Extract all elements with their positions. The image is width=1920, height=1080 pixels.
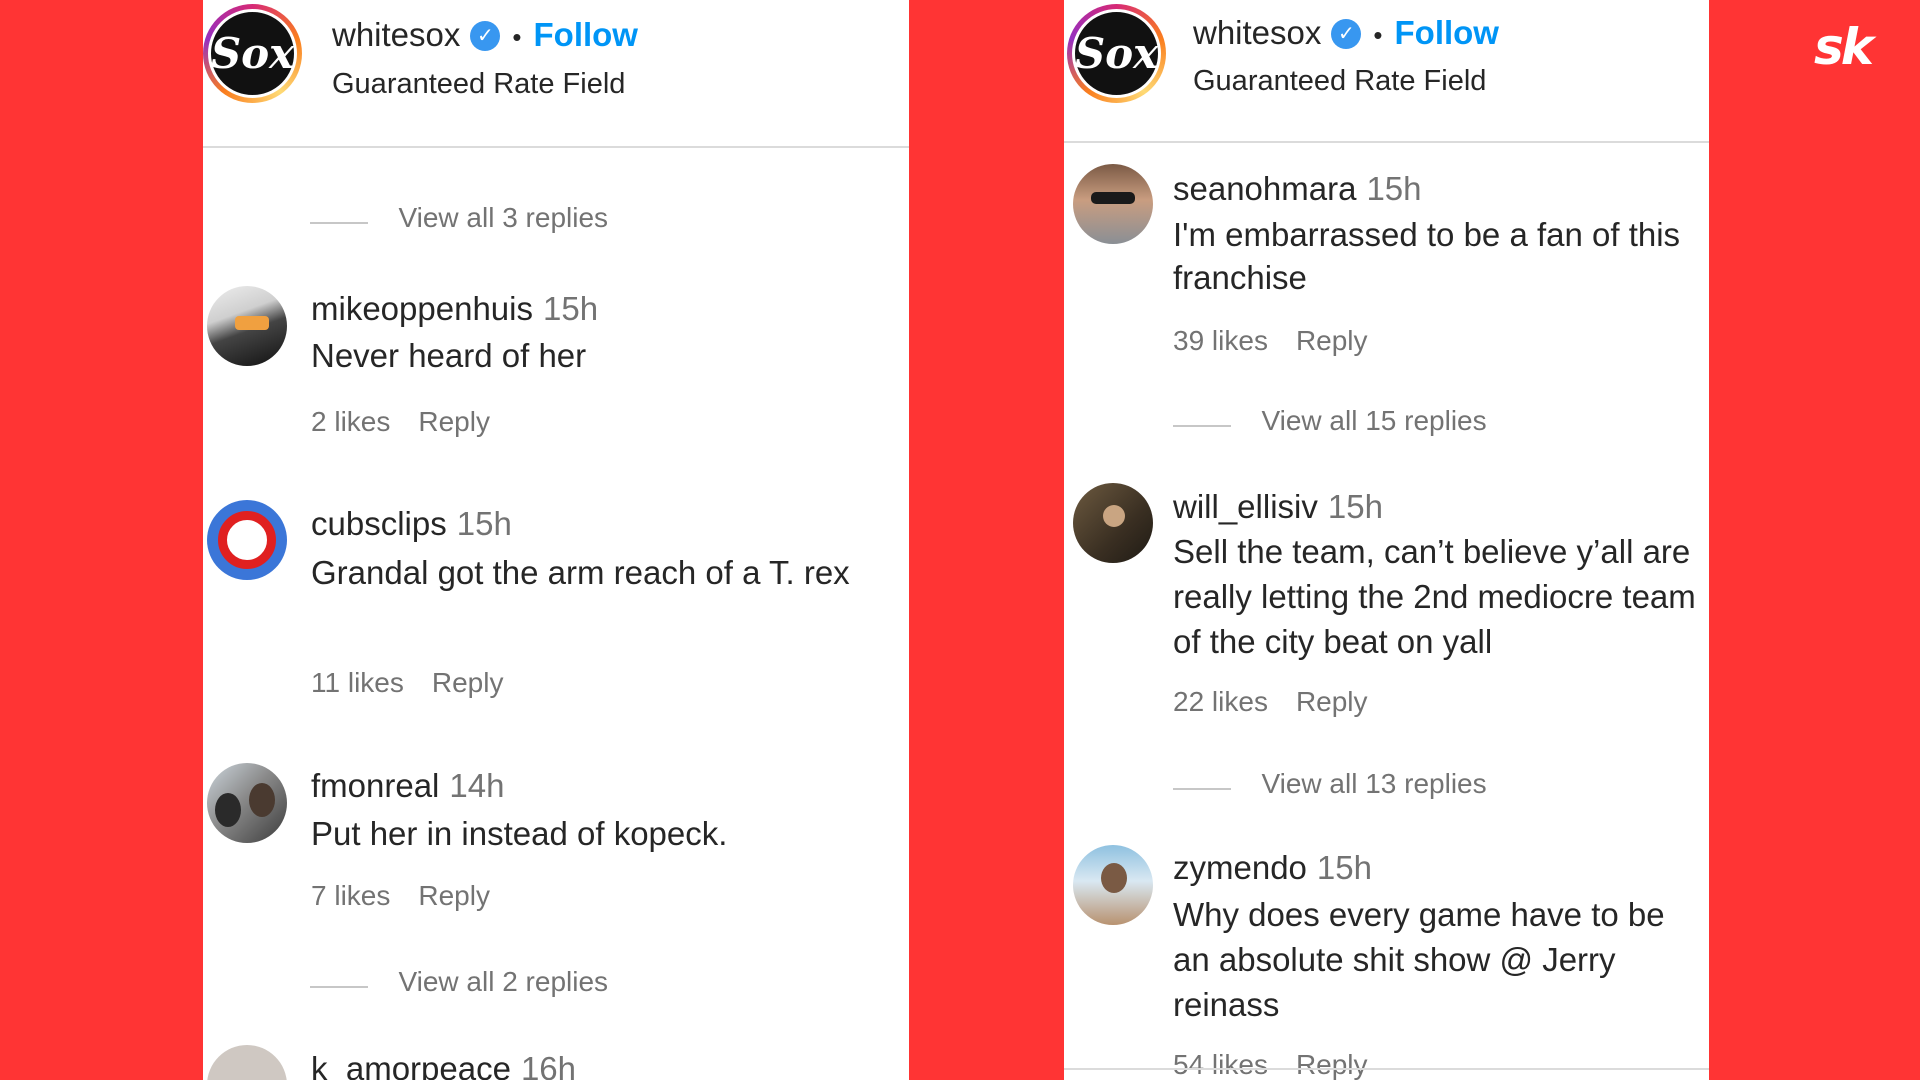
comment-header: zymendo 15h [1173,849,1372,887]
comment-time: 15h [1366,170,1422,207]
post-header: Sox whitesox ✓ • Follow Guaranteed Rate Fie… [203,0,909,148]
comment-time: 15h [542,290,599,327]
comment-header: will_ellisiv 15h [1173,488,1383,526]
comment-username[interactable]: seanohmara [1173,170,1356,207]
avatar[interactable] [207,286,287,366]
whitesox-logo: Sox [1072,9,1161,98]
reply-button[interactable]: Reply [1296,1049,1368,1080]
verified-badge-icon: ✓ [470,21,501,51]
comments-panel-right: Sox whitesox ✓ • Follow Guaranteed Rate Fie… [1064,0,1709,1080]
reply-button[interactable]: Reply [418,406,490,437]
replies-line [1173,424,1231,427]
reply-button[interactable]: Reply [432,667,504,698]
likes-count[interactable]: 22 likes [1173,686,1268,717]
header-username[interactable]: whitesox [1193,14,1321,51]
header-username[interactable]: whitesox [332,16,460,53]
comment-text: Sell the team, can’t believe y’all are r… [1173,533,1696,660]
sportskeeda-logo: sk [1814,18,1874,76]
avatar[interactable]: Sox [203,4,302,103]
view-replies-label[interactable]: View all 2 replies [398,966,608,997]
comment-meta: 2 likes Reply [311,406,490,438]
post-header: Sox whitesox ✓ • Follow Guaranteed Rate Fie… [1064,0,1709,143]
comment-username[interactable]: mikeoppenhuis [311,290,533,327]
likes-count[interactable]: 7 likes [311,880,390,911]
comment-header: mikeoppenhuis 15h [311,290,598,328]
replies-line [1173,787,1231,790]
comment-text: Why does every game have to be an absolu… [1173,896,1665,1023]
follow-button[interactable]: Follow [1395,14,1499,51]
avatar[interactable] [207,1045,287,1080]
likes-count[interactable]: 2 likes [311,406,390,437]
view-replies[interactable]: View all 15 replies [1173,405,1487,437]
location-link[interactable]: Guaranteed Rate Field [1193,65,1486,98]
likes-count[interactable]: 39 likes [1173,325,1268,356]
comment-username[interactable]: fmonreal [311,767,439,804]
separator-dot: • [1373,20,1383,50]
avatar[interactable] [207,500,287,580]
view-replies-label[interactable]: View all 3 replies [398,202,608,233]
avatar[interactable] [1073,845,1153,925]
view-replies-label[interactable]: View all 15 replies [1261,405,1486,436]
reply-button[interactable]: Reply [1296,325,1368,356]
comment-username[interactable]: cubsclips [311,505,447,542]
replies-line [310,985,368,988]
header-username-row: whitesox ✓ • Follow [1193,14,1499,52]
comment-meta: 54 likes Reply [1173,1049,1368,1080]
avatar[interactable] [1073,164,1153,244]
reply-button[interactable]: Reply [418,880,490,911]
verified-badge-icon: ✓ [1331,19,1362,49]
comment-username[interactable]: zymendo [1173,849,1307,886]
comment-time: 14h [449,767,505,804]
divider [1064,1068,1709,1070]
avatar[interactable] [1073,483,1153,563]
comment-time: 15h [1327,488,1383,525]
whitesox-logo: Sox [208,9,297,98]
likes-count[interactable]: 54 likes [1173,1049,1268,1080]
view-replies-label[interactable]: View all 13 replies [1261,768,1486,799]
avatar[interactable]: Sox [1067,4,1166,103]
comment-username[interactable]: will_ellisiv [1173,488,1318,525]
comment-text: Put her in instead of kopeck. [311,815,728,852]
comment-text: Grandal got the arm reach of a T. rex [311,554,850,591]
comment-header: fmonreal 14h [311,767,504,805]
comment-header: seanohmara 15h [1173,170,1422,208]
comment-text: I'm embarrassed to be a fan of this fran… [1173,216,1681,296]
comment-meta: 39 likes Reply [1173,325,1368,357]
comment-username[interactable]: k_amorpeace [311,1050,511,1080]
likes-count[interactable]: 11 likes [311,667,404,698]
replies-line [310,221,368,224]
reply-button[interactable]: Reply [1296,686,1368,717]
comment-time: 16h [520,1050,577,1080]
view-replies[interactable]: View all 2 replies [310,966,608,998]
view-replies[interactable]: View all 13 replies [1173,768,1487,800]
comment-meta: 11 likes Reply [311,667,503,699]
separator-dot: • [512,22,522,52]
follow-button[interactable]: Follow [534,16,638,53]
comment-time: 15h [456,505,512,542]
comment-text: Never heard of her [311,337,587,374]
comment-meta: 22 likes Reply [1173,686,1368,718]
comment-header: k_amorpeace 16h [311,1050,576,1080]
comment-time: 15h [1316,849,1372,886]
avatar[interactable] [207,763,287,843]
comment-meta: 7 likes Reply [311,880,490,912]
header-username-row: whitesox ✓ • Follow [332,16,638,54]
comment-header: cubsclips 15h [311,505,512,543]
view-replies[interactable]: View all 3 replies [310,202,608,234]
comments-panel-left: Sox whitesox ✓ • Follow Guaranteed Rate Fie… [203,0,909,1080]
location-link[interactable]: Guaranteed Rate Field [332,68,625,101]
